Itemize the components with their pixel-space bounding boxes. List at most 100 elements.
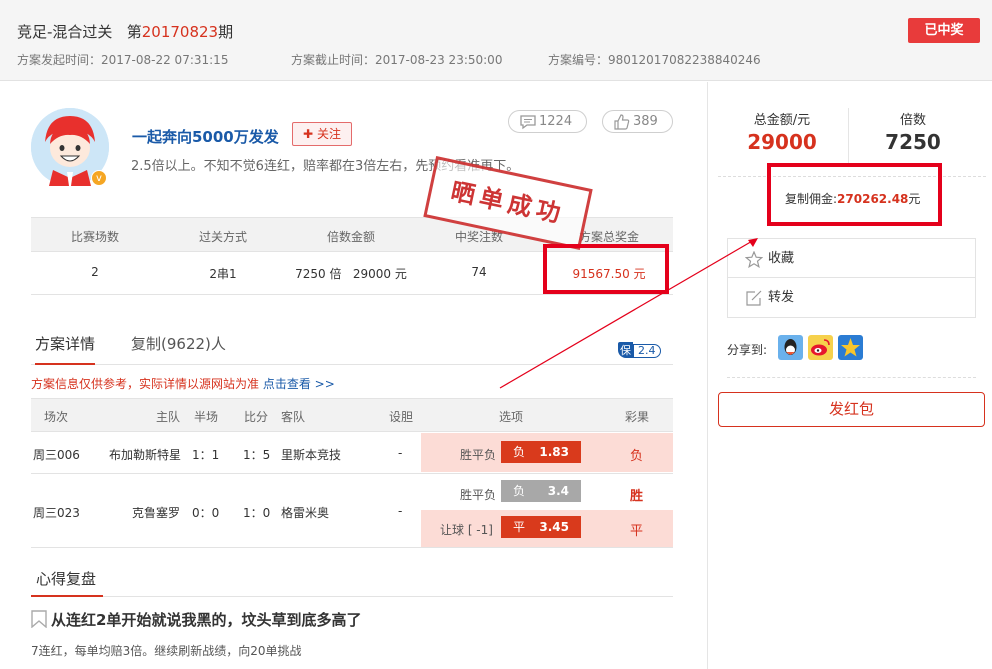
row1-home-team: 布加勒斯特星 (109, 448, 182, 462)
stats-header-multiple-amount: 倍数金额 (326, 230, 375, 244)
weibo-icon[interactable] (808, 335, 833, 360)
multiple-label: 倍数 (899, 113, 926, 128)
comment-icon (520, 115, 536, 130)
plan-title: 竞足-混合过关 第20170823期 (17, 21, 233, 42)
tab-plan-detail[interactable]: 方案详情 (35, 333, 96, 365)
follow-button[interactable]: ✚ 关注 (292, 122, 352, 146)
end-time: 方案截止时间：2017-08-23 23:50:00 (291, 53, 503, 67)
plus-icon: ✚ (303, 127, 314, 141)
weibo-icon-glyph (811, 339, 830, 356)
row1-pick-label: 负 (513, 445, 526, 459)
row1-banker: - (398, 446, 403, 460)
qq-icon-glyph (784, 339, 797, 355)
row1-pick: 负 1.83 (501, 441, 581, 463)
row2-pick-1: 负 3.4 (501, 480, 581, 502)
tab-copy[interactable]: 复制(9622)人 (131, 333, 226, 354)
total-amount-label: 总金额/元 (753, 113, 811, 128)
row2-pick-1-label: 负 (513, 484, 526, 498)
row2-result-1: 胜 (630, 489, 644, 504)
stats-header-pass-type: 过关方式 (198, 230, 247, 244)
row2-away-team: 格雷米奥 (281, 506, 330, 520)
row2-final-score: 1：0 (243, 506, 271, 520)
like-count-button[interactable]: 389 (602, 110, 673, 133)
follow-label: 关注 (316, 127, 341, 141)
guarantee-badge[interactable]: 保 2.4 (618, 342, 661, 358)
col-match-id: 场次 (44, 410, 69, 424)
row2-play-type-2: 让球 [ -1] (440, 523, 493, 537)
qq-icon[interactable] (778, 335, 803, 360)
row2-banker: - (398, 504, 403, 518)
view-source-link[interactable]: 点击查看 >> (263, 377, 335, 391)
col-home: 主队 (156, 410, 181, 424)
qzone-icon-glyph (841, 338, 860, 357)
review-post-title[interactable]: 从连红2单开始就说我黑的，坟头草到底多高了 (51, 609, 361, 630)
share-dashed-divider (727, 377, 976, 378)
star-icon (745, 251, 763, 268)
guarantee-icon: 保 (618, 342, 633, 358)
row1-half-score: 1：1 (192, 448, 220, 462)
col-banker: 设胆 (389, 410, 414, 424)
plan-header: 竞足-混合过关 第20170823期 方案发起时间：2017-08-22 07:… (0, 0, 992, 81)
row2-pick-2-odds: 3.45 (539, 520, 569, 534)
detail-tabs: 方案详情 复制(9622)人 (31, 333, 673, 365)
favorite-label: 收藏 (768, 251, 795, 266)
row1-pick-odds: 1.83 (539, 445, 569, 459)
disclaimer-notice: 方案信息仅供参考，实际详情以源网站为准 点击查看 >> (31, 375, 335, 392)
stats-pass-type: 2串1 (209, 267, 237, 281)
row1-result: 负 (630, 449, 644, 464)
sidebar-separator (848, 108, 849, 163)
row2-pick-1-odds: 3.4 (547, 484, 569, 498)
share-edit-icon (746, 290, 762, 306)
send-red-packet-button[interactable]: 发红包 (718, 392, 985, 427)
bookmark-icon (31, 610, 47, 628)
row1-match-id: 周三006 (33, 448, 80, 462)
verified-badge-icon: v (91, 170, 107, 186)
issue-number: 20170823 (141, 23, 219, 41)
row2-play-type-1: 胜平负 (460, 488, 497, 502)
avatar[interactable]: v (31, 108, 109, 186)
forward-label: 转发 (768, 290, 795, 305)
action-panel: 收藏 转发 (727, 238, 976, 318)
like-count: 389 (633, 114, 658, 129)
username[interactable]: 一起奔向5000万发发 (132, 126, 279, 147)
row2-half-score: 0：0 (192, 506, 220, 520)
issue-suffix: 期 (218, 23, 234, 41)
row2-match-id: 周三023 (33, 506, 80, 520)
commission-highlight-box (767, 163, 942, 226)
row1-away-team: 里斯本竞技 (281, 448, 342, 462)
won-status-button[interactable]: 已中奖 (908, 18, 980, 43)
prize-highlight-box (543, 244, 669, 294)
lottery-type: 竞足-混合过关 (17, 23, 113, 41)
col-score: 比分 (244, 410, 269, 424)
row-divider (31, 473, 673, 474)
col-half: 半场 (194, 410, 219, 424)
guarantee-value: 2.4 (633, 344, 661, 358)
row-divider (31, 547, 673, 548)
comment-count: 1224 (539, 114, 573, 129)
match-table-header (31, 398, 673, 432)
col-result: 彩果 (625, 410, 650, 424)
plan-number: 方案编号：98012017082238840246 (548, 53, 761, 67)
stats-multiple-amount: 7250 倍 29000 元 (295, 267, 407, 281)
review-tab-underline (31, 595, 103, 597)
thumbs-up-icon (614, 114, 630, 130)
review-divider (31, 596, 673, 597)
forward-button[interactable]: 转发 (728, 278, 975, 317)
comment-count-button[interactable]: 1224 (508, 110, 587, 133)
col-away: 客队 (281, 410, 306, 424)
qzone-icon[interactable] (838, 335, 863, 360)
row2-pick-2-label: 平 (513, 520, 526, 534)
disclaimer-text: 方案信息仅供参考，实际详情以源网站为准 (31, 377, 260, 391)
share-label: 分享到: (727, 343, 768, 357)
favorite-button[interactable]: 收藏 (728, 239, 975, 278)
row2-result-2: 平 (630, 524, 644, 539)
row2-home-team: 克鲁塞罗 (132, 506, 181, 520)
review-section-title[interactable]: 心得复盘 (36, 568, 96, 589)
review-post-desc: 7连红，每单均赔3倍。继续刷新战绩，向20单挑战 (31, 644, 302, 658)
multiple-value: 7250 (885, 130, 941, 154)
total-amount-value: 29000 (747, 130, 817, 154)
issue-prefix: 第 (126, 23, 142, 41)
stats-header-matches: 比赛场数 (70, 230, 119, 244)
column-divider (707, 82, 708, 669)
row1-final-score: 1：5 (243, 448, 271, 462)
